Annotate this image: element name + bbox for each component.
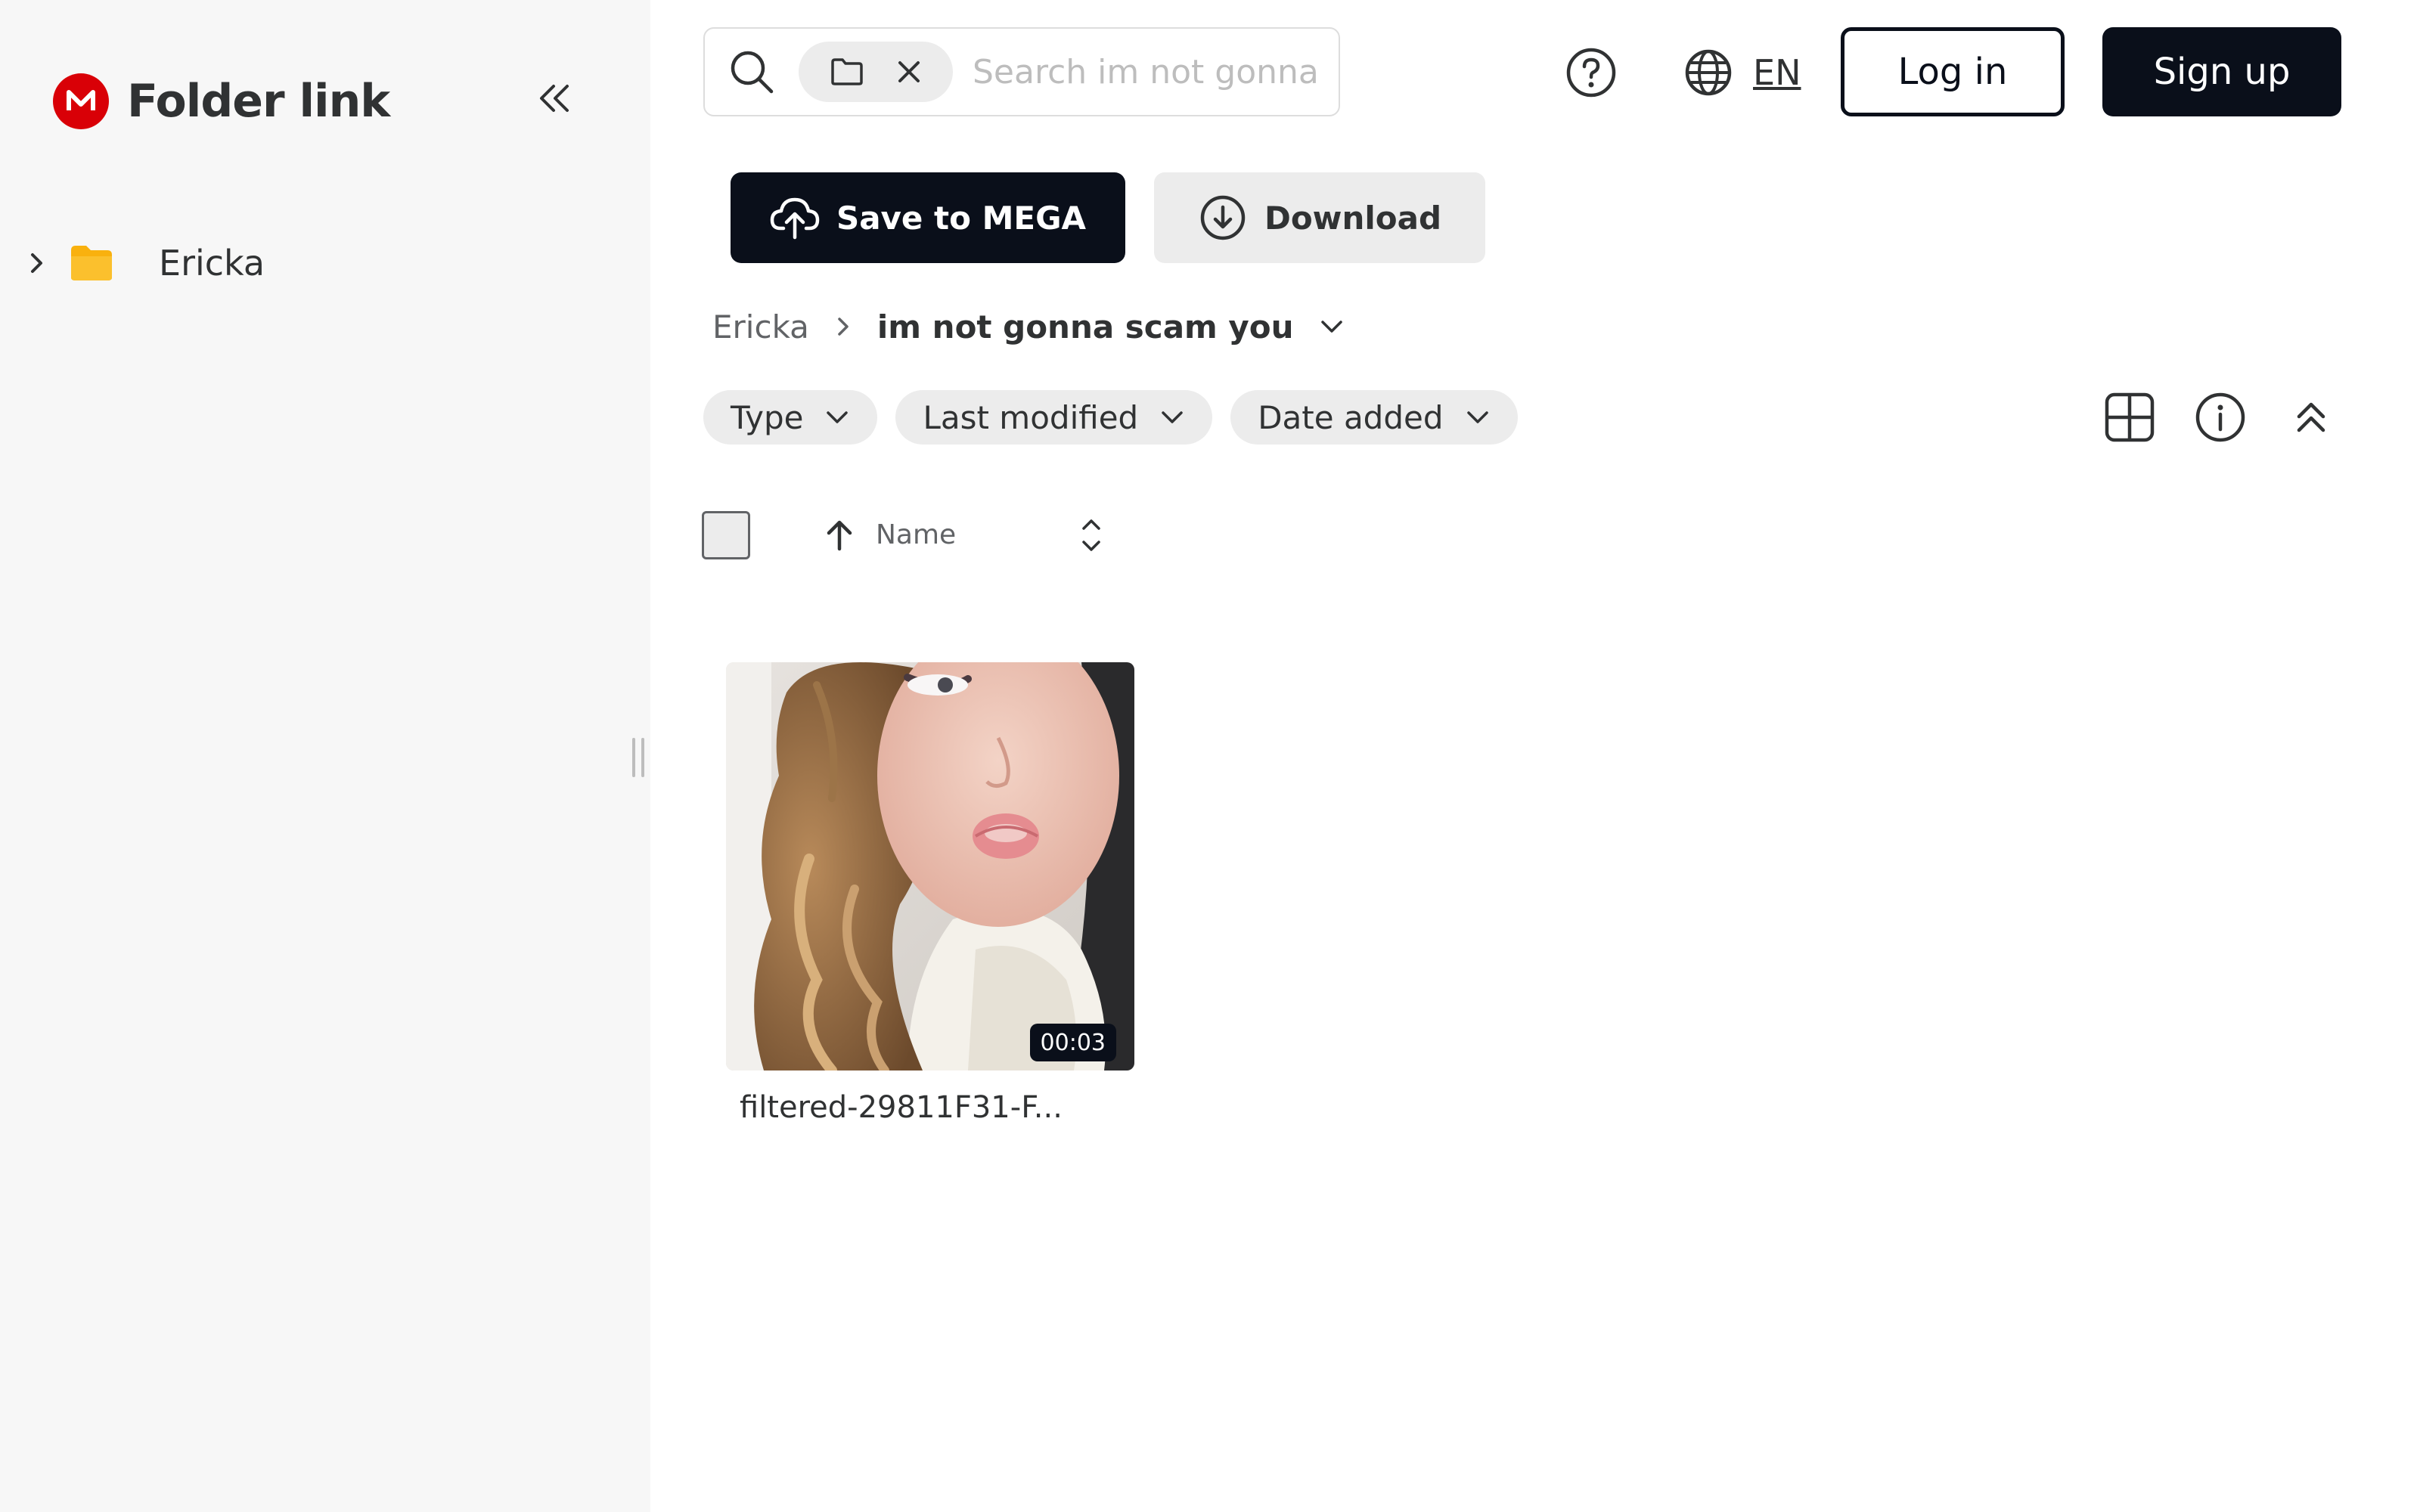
filter-type-label: Type [731, 398, 804, 436]
video-thumbnail-image [726, 662, 1134, 1070]
brand: Folder link [53, 73, 390, 130]
language-label: EN [1753, 52, 1801, 93]
collapse-sidebar-button[interactable] [529, 76, 579, 121]
cloud-upload-icon [770, 193, 820, 243]
filter-date-added[interactable]: Date added [1230, 390, 1518, 445]
page-title: Folder link [127, 75, 390, 128]
search-scope-chip [799, 42, 953, 102]
chevron-down-icon [1159, 404, 1185, 430]
download-icon [1198, 193, 1248, 243]
sidebar-resize-handle[interactable] [632, 738, 644, 777]
download-button[interactable]: Download [1154, 172, 1485, 263]
info-button[interactable] [2190, 387, 2251, 448]
arrow-up-icon[interactable] [823, 517, 856, 553]
folder-icon [71, 246, 112, 280]
help-button[interactable] [1564, 45, 1618, 100]
search-input[interactable] [973, 52, 1328, 91]
sort-toggle-icon[interactable] [1074, 514, 1109, 556]
select-all-checkbox[interactable] [702, 511, 750, 559]
search-icon [731, 51, 774, 94]
filter-last-modified[interactable]: Last modified [895, 390, 1213, 445]
grid-view-icon [2105, 392, 2155, 442]
view-tools [2099, 387, 2372, 448]
chevron-down-icon [824, 404, 850, 430]
language-selector[interactable]: EN [1683, 44, 1801, 101]
signup-button[interactable]: Sign up [2102, 27, 2341, 116]
sidebar-item-label: Ericka [159, 243, 265, 284]
video-thumbnail[interactable]: 00:03 [726, 662, 1134, 1070]
filter-date-added-label: Date added [1258, 398, 1444, 436]
chevron-right-icon [832, 315, 855, 338]
filter-bar: Type Last modified Date added [703, 390, 1536, 445]
breadcrumb: Ericka im not gonna scam you [712, 299, 1347, 354]
info-icon [2195, 392, 2245, 442]
filter-last-modified-label: Last modified [923, 398, 1139, 436]
filter-type[interactable]: Type [703, 390, 878, 445]
double-chevron-up-icon [2297, 402, 2325, 432]
breadcrumb-current: im not gonna scam you [876, 308, 1294, 345]
globe-icon [1685, 49, 1732, 96]
search-bar[interactable] [703, 27, 1340, 116]
sidebar-item-ericka[interactable]: Ericka [21, 236, 265, 290]
chevron-down-icon [1465, 404, 1491, 430]
download-label: Download [1264, 199, 1442, 237]
grid-item[interactable]: 00:03 filtered-29811F31-F... [726, 662, 1134, 1125]
save-to-mega-label: Save to MEGA [836, 199, 1087, 237]
collapse-header-button[interactable] [2281, 387, 2341, 448]
column-header-name[interactable]: Name [876, 517, 956, 553]
double-chevron-left-icon [540, 85, 569, 112]
sidebar: Folder link Ericka [0, 0, 650, 1512]
help-icon [1566, 48, 1616, 98]
folder-outline-icon [830, 58, 863, 85]
grid-view-button[interactable] [2099, 387, 2160, 448]
save-to-mega-button[interactable]: Save to MEGA [731, 172, 1125, 263]
duration-badge: 00:03 [1029, 1024, 1116, 1061]
mega-logo-icon [53, 73, 109, 129]
breadcrumb-item-ericka[interactable]: Ericka [712, 308, 809, 345]
login-button[interactable]: Log in [1841, 27, 2065, 116]
chevron-right-icon[interactable] [21, 248, 51, 278]
close-icon[interactable] [896, 59, 922, 85]
chevron-down-icon[interactable] [1317, 311, 1347, 342]
file-name: filtered-29811F31-F... [740, 1090, 1063, 1125]
